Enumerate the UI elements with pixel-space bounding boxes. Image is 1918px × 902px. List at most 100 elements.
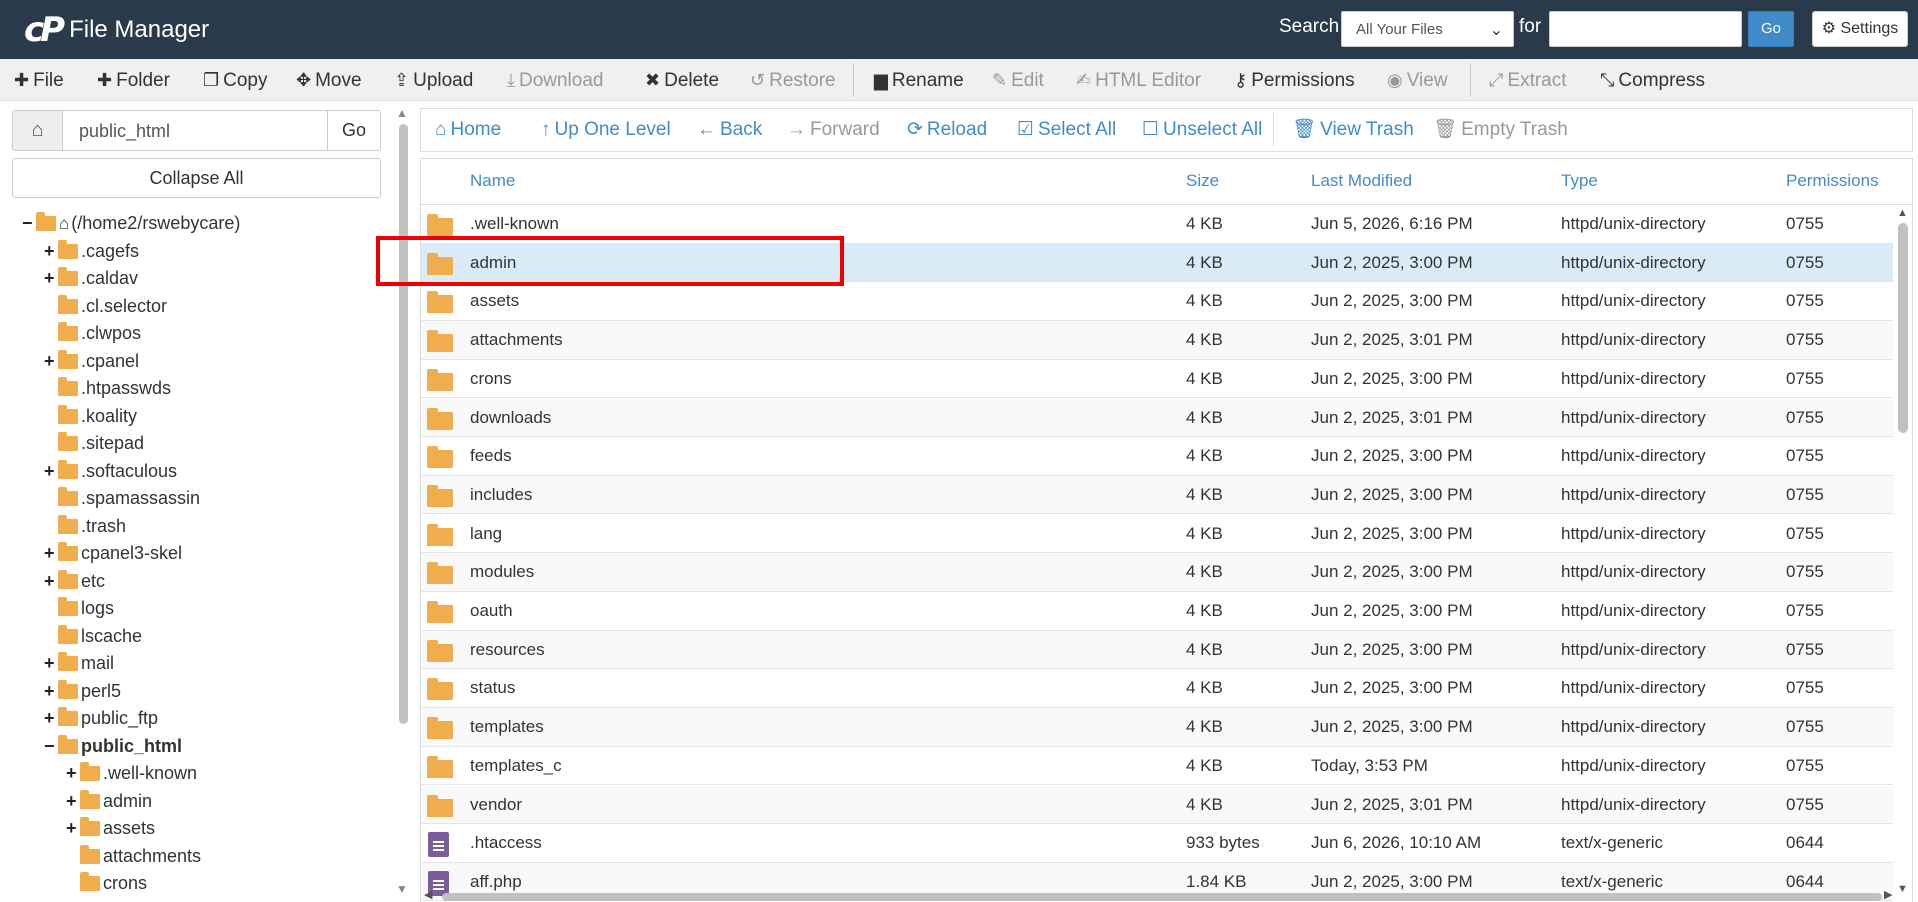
tree-item[interactable]: − ⌂ (/home2/rswebycare) <box>22 210 240 237</box>
tree-scrollbar[interactable]: ▲ ▼ <box>396 106 410 896</box>
search-go-button[interactable]: Go <box>1748 11 1794 47</box>
table-row[interactable]: templates 4 KB Jun 2, 2025, 3:00 PM httpd/u… <box>421 708 1893 747</box>
search-input[interactable] <box>1549 11 1742 47</box>
table-row[interactable]: .well-known 4 KB Jun 5, 2026, 6:16 PM httpd… <box>421 205 1893 244</box>
column-header-name[interactable]: Name <box>470 171 515 191</box>
tree-item[interactable]: + .caldav <box>44 265 138 292</box>
tree-item[interactable]: + .softaculous <box>44 458 177 485</box>
column-header-permissions[interactable]: Permissions <box>1786 171 1879 191</box>
expand-icon[interactable]: + <box>44 650 58 677</box>
column-header-size[interactable]: Size <box>1186 171 1219 191</box>
reload-button[interactable]: ⟳ Reload <box>907 109 987 151</box>
table-row[interactable]: includes 4 KB Jun 2, 2025, 3:00 PM httpd/un… <box>421 475 1893 515</box>
table-scrollbar-thumb[interactable] <box>1898 223 1908 433</box>
unselect-all-button[interactable]: ☐ Unselect All <box>1142 109 1262 151</box>
rename-button[interactable]: ▆ Rename <box>874 59 964 101</box>
table-row[interactable]: lang 4 KB Jun 2, 2025, 3:00 PM httpd/unix-d… <box>421 515 1893 554</box>
tree-item[interactable]: .htpasswds <box>44 375 171 402</box>
new-folder-button[interactable]: ✚ Folder <box>97 59 170 101</box>
restore-button[interactable]: ↺ Restore <box>750 59 836 101</box>
expand-icon[interactable]: + <box>44 348 58 375</box>
column-header-type[interactable]: Type <box>1561 171 1598 191</box>
scroll-up-icon[interactable]: ▲ <box>396 106 408 120</box>
table-scrollbar[interactable]: ▲ ▼ <box>1895 205 1911 895</box>
tree-item[interactable]: .sitepad <box>44 430 144 457</box>
edit-button[interactable]: ✎ Edit <box>992 59 1044 101</box>
search-scope-select[interactable]: All Your Files ⌄ <box>1341 11 1514 47</box>
scroll-right-icon[interactable]: ▶ <box>1884 888 1892 901</box>
permissions-button[interactable]: ⚷ Permissions <box>1234 59 1355 101</box>
tree-scrollbar-thumb[interactable] <box>399 124 408 724</box>
tree-item[interactable]: + .cpanel <box>44 348 139 375</box>
table-row[interactable]: .htaccess 933 bytes Jun 6, 2026, 10:10 AM t… <box>421 824 1893 863</box>
table-row[interactable]: oauth 4 KB Jun 2, 2025, 3:00 PM httpd/unix-… <box>421 592 1893 631</box>
collapse-icon[interactable]: − <box>44 733 58 760</box>
expand-icon[interactable]: + <box>44 265 58 292</box>
collapse-icon[interactable]: − <box>22 210 36 237</box>
tree-item[interactable]: + etc <box>44 568 105 595</box>
column-header-last-modified[interactable]: Last Modified <box>1311 171 1412 191</box>
back-button[interactable]: ← Back <box>697 109 762 151</box>
settings-button[interactable]: ⚙ Settings <box>1812 11 1908 47</box>
table-row[interactable]: status 4 KB Jun 2, 2025, 3:00 PM httpd/unix… <box>421 669 1893 708</box>
table-row[interactable]: vendor 4 KB Jun 2, 2025, 3:01 PM httpd/unix… <box>421 785 1893 824</box>
table-row[interactable]: templates_c 4 KB Today, 3:53 PM httpd/unix-… <box>421 747 1893 786</box>
expand-icon[interactable]: + <box>44 705 58 732</box>
download-button[interactable]: ⤓ Download <box>507 59 603 101</box>
tree-item[interactable]: .trash <box>44 513 126 540</box>
view-button[interactable]: ◉ View <box>1387 59 1448 101</box>
tree-item[interactable]: .spamassassin <box>44 485 200 512</box>
extract-button[interactable]: ⤢ Extract <box>1489 59 1567 101</box>
tree-item[interactable]: + admin <box>66 788 152 815</box>
collapse-all-button[interactable]: Collapse All <box>12 158 381 198</box>
tree-item[interactable]: − public_html <box>44 733 182 760</box>
scroll-down-icon[interactable]: ▼ <box>396 882 408 896</box>
expand-icon[interactable]: + <box>66 788 80 815</box>
cpanel-logo[interactable]: cP File Manager <box>24 8 209 52</box>
tree-item[interactable]: + assets <box>66 815 155 842</box>
up-one-level-button[interactable]: ↑ Up One Level <box>541 109 671 151</box>
copy-button[interactable]: ❐ Copy <box>203 59 268 101</box>
scroll-down-icon[interactable]: ▼ <box>1897 883 1908 895</box>
tree-item[interactable]: + .well-known <box>66 760 197 787</box>
table-row[interactable]: assets 4 KB Jun 2, 2025, 3:00 PM httpd/unix… <box>421 282 1893 321</box>
select-all-button[interactable]: ☑ Select All <box>1017 109 1116 151</box>
upload-button[interactable]: ⇪ Upload <box>394 59 473 101</box>
expand-icon[interactable]: + <box>44 540 58 567</box>
table-row[interactable]: feeds 4 KB Jun 2, 2025, 3:00 PM httpd/unix-… <box>421 437 1893 476</box>
empty-trash-button[interactable]: 🗑 Empty Trash <box>1433 109 1568 151</box>
tree-item[interactable]: attachments <box>66 843 201 870</box>
table-row[interactable]: attachments 4 KB Jun 2, 2025, 3:01 PM httpd… <box>421 321 1893 360</box>
tree-item[interactable]: crons <box>66 870 147 897</box>
view-trash-button[interactable]: 🗑 View Trash <box>1292 109 1414 151</box>
expand-icon[interactable]: + <box>44 458 58 485</box>
move-button[interactable]: ✥ Move <box>296 59 362 101</box>
table-row[interactable]: resources 4 KB Jun 2, 2025, 3:00 PM httpd/u… <box>421 630 1893 670</box>
path-go-button[interactable]: Go <box>327 110 381 151</box>
horizontal-scrollbar-thumb[interactable] <box>442 893 1882 901</box>
compress-button[interactable]: ⤡ Compress <box>1600 59 1705 101</box>
scroll-left-icon[interactable]: ◀ <box>424 888 432 901</box>
expand-icon[interactable]: + <box>44 238 58 265</box>
tree-item[interactable]: .clwpos <box>44 320 141 347</box>
expand-icon[interactable]: + <box>66 815 80 842</box>
tree-item[interactable]: lscache <box>44 623 142 650</box>
nav-home-button[interactable]: ⌂ Home <box>435 109 501 151</box>
delete-button[interactable]: ✖ Delete <box>645 59 719 101</box>
table-row[interactable]: modules 4 KB Jun 2, 2025, 3:00 PM httpd/uni… <box>421 553 1893 592</box>
tree-item[interactable]: .koality <box>44 403 137 430</box>
new-file-button[interactable]: ✚ File <box>14 59 64 101</box>
expand-icon[interactable]: + <box>44 568 58 595</box>
table-row[interactable]: admin 4 KB Jun 2, 2025, 3:00 PM httpd/unix-… <box>421 243 1893 283</box>
tree-item[interactable]: + .cagefs <box>44 238 139 265</box>
path-input[interactable]: public_html <box>62 110 328 151</box>
tree-home-button[interactable]: ⌂ <box>12 110 63 151</box>
tree-item[interactable]: + cpanel3-skel <box>44 540 182 567</box>
tree-item[interactable]: logs <box>44 595 114 622</box>
table-row[interactable]: crons 4 KB Jun 2, 2025, 3:00 PM httpd/unix-… <box>421 360 1893 399</box>
expand-icon[interactable]: + <box>66 760 80 787</box>
forward-button[interactable]: → Forward <box>787 109 880 151</box>
tree-item[interactable]: + mail <box>44 650 114 677</box>
tree-item[interactable]: + public_ftp <box>44 705 158 732</box>
table-row[interactable]: downloads 4 KB Jun 2, 2025, 3:01 PM httpd/u… <box>421 398 1893 437</box>
